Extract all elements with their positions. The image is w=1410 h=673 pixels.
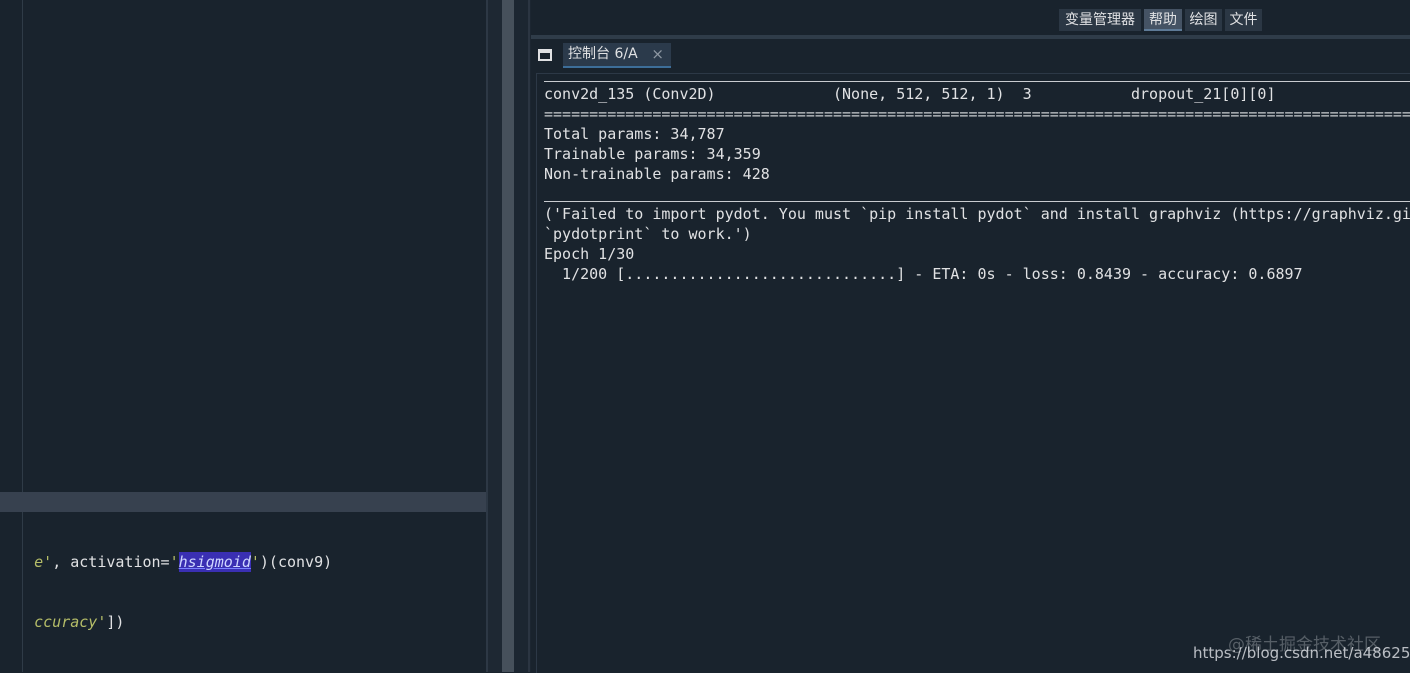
code-string-fragment: e' [34, 553, 53, 571]
highlighted-word: hsigmoid [178, 552, 251, 572]
current-line-highlight [0, 492, 486, 512]
output-line: Non-trainable params: 428 [544, 165, 770, 183]
code-line-metrics[interactable]: ccuracy']) [0, 592, 124, 652]
code-text: ]) [106, 613, 125, 631]
tab-plots[interactable]: 绘图 [1185, 9, 1222, 31]
console-tab-bar: 控制台 6/A × [531, 40, 1410, 70]
pane-divider [514, 0, 531, 672]
code-line-activation[interactable]: e', activation='hsigmoid')(conv9) [0, 532, 332, 592]
window-icon[interactable] [538, 49, 552, 61]
tab-files[interactable]: 文件 [1225, 9, 1262, 31]
output-line: Total params: 34,787 [544, 125, 725, 143]
editor-scrollbar[interactable] [486, 0, 502, 672]
tab-console[interactable]: 控制台 6/A × [563, 43, 671, 68]
code-text: , activation= [52, 553, 170, 571]
divider [486, 0, 488, 672]
code-text: )(conv9) [259, 553, 333, 571]
divider [528, 0, 530, 672]
watermark-url: https://blog.csdn.net/a486259 [1193, 644, 1410, 662]
code-quote: ' [169, 553, 179, 571]
console-output[interactable]: conv2d_135 (Conv2D) (None, 512, 512, 1) … [536, 73, 1410, 673]
output-line: Epoch 1/30 [544, 245, 635, 263]
output-line: `pydotprint` to work.') [544, 225, 752, 243]
output-line: ('Failed to import pydot. You must `pip … [544, 205, 1410, 223]
console-panel: 变量管理器 帮助 绘图 文件 控制台 6/A × conv2d_135 (Con… [531, 0, 1410, 673]
code-quote: ' [250, 553, 260, 571]
close-icon[interactable]: × [651, 43, 664, 65]
tab-help[interactable]: 帮助 [1144, 9, 1182, 31]
divider [531, 35, 1410, 39]
separator-line [544, 201, 1410, 202]
output-line: Trainable params: 34,359 [544, 145, 761, 163]
separator-line [544, 81, 1410, 82]
console-tab-label: 控制台 6/A [568, 46, 638, 62]
progress-line: 1/200 [..............................] -… [544, 265, 1303, 283]
tab-variable-explorer[interactable]: 变量管理器 [1059, 9, 1141, 31]
pane-splitter-handle[interactable] [502, 0, 514, 672]
code-editor[interactable]: e', activation='hsigmoid')(conv9) ccurac… [0, 0, 486, 672]
output-line: ========================================… [544, 105, 1410, 123]
code-string-fragment: ccuracy' [34, 613, 107, 631]
output-line: conv2d_135 (Conv2D) (None, 512, 512, 1) … [544, 85, 1276, 103]
